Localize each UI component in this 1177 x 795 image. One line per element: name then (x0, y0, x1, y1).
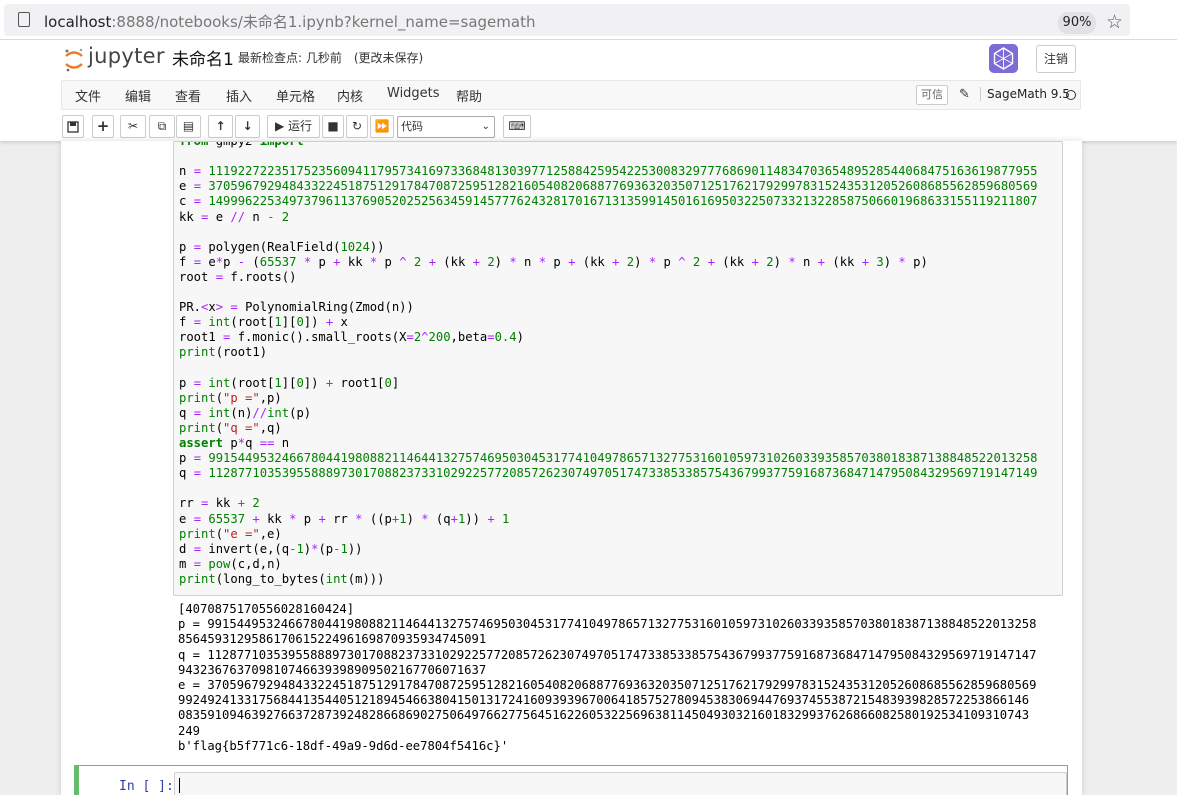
page-icon (18, 12, 30, 27)
code-line: root = f.roots() (179, 269, 297, 284)
scissors-icon: ✂ (127, 119, 139, 133)
code-line: f = int(root[1][0]) + x (179, 315, 348, 330)
bookmark-star-icon[interactable]: ☆ (1106, 12, 1123, 32)
restart-button[interactable]: ↻ (346, 115, 368, 138)
output-line: 249 (178, 723, 201, 738)
menu-edit[interactable]: 编辑 (125, 86, 151, 105)
arrow-down-icon: ↓ (242, 119, 253, 133)
add-cell-button[interactable]: + (92, 115, 114, 138)
code-line: p = polygen(RealField(1024)) (179, 239, 385, 254)
run-button[interactable]: ▶ 运行 (267, 115, 320, 138)
keyboard-icon: ⌨ (508, 119, 526, 133)
menu-cell[interactable]: 单元格 (276, 86, 315, 105)
notebook-container: from gmpy2 import * n = 11192272235175235… (61, 141, 1082, 795)
copy-icon: ⧉ (157, 119, 167, 133)
code-line: m = pow(c,d,n) (179, 556, 282, 571)
paste-button[interactable]: ▤ (176, 115, 201, 138)
kernel-status-icon (1066, 90, 1076, 100)
menu-widgets[interactable]: Widgets (387, 86, 440, 101)
logout-button[interactable]: 注销 (1036, 45, 1076, 73)
output-line: 0835910946392766372873924828668690275064… (178, 708, 1030, 723)
address-bar[interactable]: localhost:8888/notebooks/未命名1.ipynb?kern… (4, 4, 1130, 36)
code-line: d = invert(e,(q-1)*(p-1)) (179, 541, 363, 556)
restart-icon: ↻ (351, 119, 363, 133)
code-line: q = 112877103539558889730170882373310292… (179, 466, 1038, 481)
menu-help[interactable]: 帮助 (456, 86, 482, 105)
code-line: assert p*q == n (179, 436, 290, 450)
code-line: from gmpy2 import * (179, 141, 319, 148)
code-line: kk = e // n - 2 (179, 209, 290, 224)
code-line: p = 991544953246678044198088211464413275… (179, 451, 1038, 466)
interrupt-button[interactable]: ■ (322, 115, 344, 138)
code-line: root1 = f.monic().small_roots(X=2^200,be… (179, 330, 524, 345)
jupyter-logo-text: jupyter (88, 44, 165, 68)
sagemath-logo-icon (989, 44, 1018, 73)
notebook-name[interactable]: 未命名1 (172, 45, 234, 70)
plus-icon: + (96, 117, 110, 135)
code-line: PR.<x> = PolynomialRing(Zmod(n)) (179, 300, 414, 315)
code-line: f = e*p - (65537 * p + kk * p ^ 2 + (kk … (179, 254, 928, 269)
empty-code-cell[interactable]: In [ ]: (74, 765, 1068, 795)
fast-forward-icon: ⏩ (374, 119, 390, 133)
trusted-badge[interactable]: 可信 (916, 85, 948, 105)
paste-icon: ▤ (182, 119, 195, 133)
code-line: c = 149996225349737961137690520252563459… (179, 194, 1038, 209)
move-down-button[interactable]: ↓ (235, 115, 260, 138)
jupyter-logo-icon[interactable] (64, 47, 84, 73)
code-line: print("e =",e) (179, 526, 282, 541)
input-prompt: In [ ]: (119, 779, 174, 794)
jupyter-header: jupyter 未命名1 最新检查点: 几秒前 (更改未保存) 注销 文件 编辑 … (0, 40, 1177, 141)
code-line: e = 65537 + kk * p + rr * ((p+1) * (q+1)… (179, 511, 510, 526)
code-line: p = int(root[1][0]) + root1[0] (179, 375, 400, 390)
save-icon (67, 121, 79, 133)
menu-kernel[interactable]: 内核 (337, 86, 363, 105)
cut-button[interactable]: ✂ (120, 115, 146, 138)
code-cell-input[interactable]: from gmpy2 import * n = 11192272235175235… (173, 141, 1063, 596)
zoom-badge[interactable]: 90% (1058, 12, 1096, 34)
output-line: [4070875170556028160424] (178, 602, 355, 616)
checkpoint-status: 最新检查点: 几秒前 (更改未保存) (238, 51, 424, 65)
output-line: 9432367637098107466393989095021677060716… (178, 662, 487, 677)
output-line: 8564593129586170615224961698709359347450… (178, 632, 487, 647)
code-line: e = 370596792948433224518751291784708725… (179, 179, 1038, 194)
cell-type-select[interactable]: 代码 ⌄ (397, 116, 495, 138)
text-cursor (179, 778, 180, 793)
output-line: e = 370596792948433224518751291784708725… (178, 678, 1037, 692)
save-button[interactable] (62, 115, 84, 138)
code-line: print("q =",q) (179, 420, 282, 435)
code-line: print("p =",p) (179, 390, 282, 405)
pencil-icon[interactable]: ✎ (959, 87, 970, 102)
output-line: 9924924133175684413544051218945466380415… (178, 693, 1030, 708)
copy-button[interactable]: ⧉ (149, 115, 175, 138)
menu-view[interactable]: 查看 (175, 86, 201, 105)
kernel-name[interactable]: SageMath 9.5 (980, 87, 1070, 101)
output-line: p = 991544953246678044198088211464413275… (178, 617, 1037, 632)
code-line: q = int(n)//int(p) (179, 405, 312, 420)
command-palette-button[interactable]: ⌨ (503, 115, 531, 138)
url-text[interactable]: localhost:8888/notebooks/未命名1.ipynb?kern… (44, 11, 535, 32)
browser-bar: localhost:8888/notebooks/未命名1.ipynb?kern… (0, 0, 1177, 40)
move-up-button[interactable]: ↑ (208, 115, 233, 138)
play-icon: ▶ (274, 119, 285, 133)
menu-insert[interactable]: 插入 (226, 86, 252, 105)
cell-editor[interactable] (174, 772, 1067, 795)
stop-icon: ■ (327, 119, 339, 133)
chevron-down-icon: ⌄ (481, 121, 490, 132)
code-line: print(root1) (179, 345, 268, 360)
menu-file[interactable]: 文件 (75, 86, 101, 105)
output-line: q = 112877103539558889730170882373310292… (178, 647, 1037, 662)
code-line: rr = kk + 2 (179, 496, 260, 511)
code-line: n = 111922722351752356094117957341697336… (179, 164, 1038, 179)
code-line: print(long_to_bytes(int(m))) (179, 571, 385, 586)
menu-bar: 文件 编辑 查看 插入 单元格 内核 Widgets 帮助 可信 ✎ SageM… (61, 80, 1081, 110)
arrow-up-icon: ↑ (215, 119, 226, 133)
restart-run-all-button[interactable]: ⏩ (370, 115, 394, 138)
output-line: b'flag{b5f771c6-18df-49a9-9d6d-ee7804f54… (178, 738, 509, 753)
